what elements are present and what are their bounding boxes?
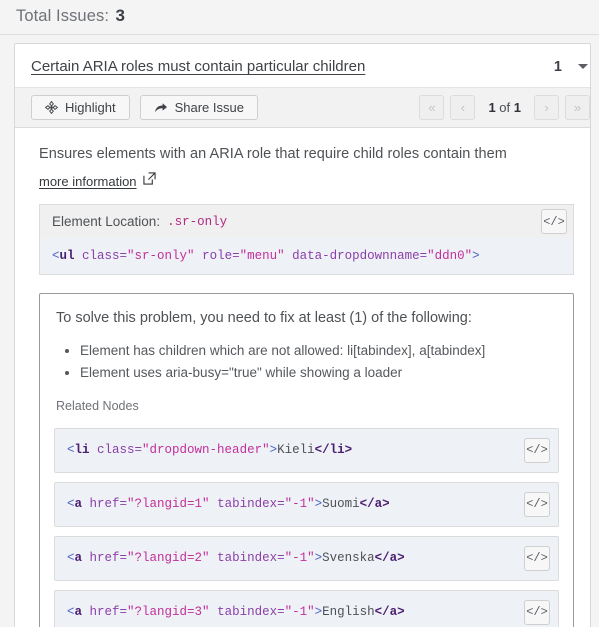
related-node-code: <li class="dropdown-header">Kieli</li>: [67, 443, 352, 457]
node-tag: li: [74, 443, 90, 458]
related-node-code: <a href="?langid=1" tabindex="-1">Suomi<…: [67, 497, 390, 511]
node-text: Kieli: [277, 443, 315, 458]
element-code-snippet: <ul class="sr-only" role="menu" data-dro…: [39, 238, 574, 275]
highlight-button-label: Highlight: [65, 100, 116, 115]
pagination-first-button[interactable]: «: [419, 95, 445, 120]
issue-card: Certain ARIA roles must contain particul…: [14, 43, 591, 627]
element-location-wrapper: Element Location: .sr-only </>: [39, 204, 574, 238]
issue-header-right: 1: [554, 59, 590, 75]
snippet-attr-1: class=: [74, 249, 128, 263]
issue-title-link[interactable]: Certain ARIA roles must contain particul…: [31, 58, 365, 75]
node-open-bracket: <: [67, 605, 75, 620]
more-information-row: more information: [31, 162, 574, 204]
node-value: "?langid=2": [127, 551, 210, 566]
snippet-val-1: "sr-only": [127, 249, 195, 263]
node-close-tag: </li>: [314, 443, 353, 458]
node-tag: a: [74, 551, 83, 566]
snippet-val-2: "menu": [239, 249, 285, 263]
issue-description: Ensures elements with an ARIA role that …: [39, 146, 507, 162]
list-item: Element has children which are not allow…: [80, 340, 559, 362]
node-attr: class=: [89, 443, 143, 458]
node-value: "?langid=1": [127, 497, 210, 512]
code-icon[interactable]: </>: [524, 491, 550, 517]
code-icon[interactable]: </>: [524, 437, 550, 463]
issue-header: Certain ARIA roles must contain particul…: [15, 44, 590, 88]
node-gt: >: [314, 605, 323, 620]
node-open-bracket: <: [67, 443, 75, 458]
list-item: Element uses aria-busy="true" while show…: [80, 362, 559, 384]
crosshair-icon: [45, 101, 58, 114]
pagination-next-button[interactable]: ›: [534, 95, 559, 120]
node-value: "?langid=3": [127, 605, 210, 620]
node-value-2: "-1": [284, 497, 315, 512]
snippet-val-3: "ddn0": [427, 249, 473, 263]
issue-toolbar: Highlight Share Issue « ‹ 1 of 1 › »: [15, 88, 590, 128]
solve-problem-title: To solve this problem, you need to fix a…: [56, 310, 472, 326]
snippet-attr-2: role=: [194, 249, 240, 263]
node-close-tag: </a>: [374, 551, 405, 566]
solve-problem-list: Element has children which are not allow…: [54, 340, 559, 385]
totals-bar: Total Issues: 3: [0, 0, 599, 35]
node-value: "dropdown-header": [142, 443, 270, 458]
node-attr-2: tabindex=: [209, 605, 285, 620]
node-attr: href=: [82, 551, 128, 566]
code-icon[interactable]: </>: [524, 599, 550, 625]
share-issue-button[interactable]: Share Issue: [139, 95, 258, 120]
chevron-down-icon[interactable]: [578, 64, 588, 69]
node-open-bracket: <: [67, 551, 75, 566]
element-location-selector: .sr-only: [167, 214, 228, 229]
related-node-row: <a href="?langid=2" tabindex="-1">Svensk…: [54, 535, 559, 581]
related-node-code: <a href="?langid=3" tabindex="-1">Englis…: [67, 605, 405, 619]
element-location-bar: Element Location: .sr-only </>: [40, 205, 573, 238]
total-issues-count: 3: [115, 6, 125, 25]
node-text: Svenska: [322, 551, 375, 566]
share-issue-button-label: Share Issue: [174, 100, 244, 115]
node-gt: >: [314, 497, 323, 512]
solve-problem-box: To solve this problem, you need to fix a…: [39, 293, 574, 627]
pagination-status: 1 of 1: [481, 100, 528, 115]
node-gt: >: [314, 551, 323, 566]
related-nodes-label: Related Nodes: [56, 398, 139, 413]
code-icon[interactable]: </>: [541, 209, 567, 234]
code-icon[interactable]: </>: [524, 545, 550, 571]
related-node-row: <a href="?langid=3" tabindex="-1">Englis…: [54, 589, 559, 627]
node-text: English: [322, 605, 375, 620]
related-node-row: <li class="dropdown-header">Kieli</li> <…: [54, 427, 559, 473]
node-close-tag: </a>: [374, 605, 405, 620]
snippet-close-bracket: >: [472, 249, 480, 263]
external-link-icon[interactable]: [142, 172, 156, 190]
pagination-of: of: [495, 100, 514, 115]
snippet-attr-3: data-dropdownname=: [284, 249, 428, 263]
related-node-code: <a href="?langid=2" tabindex="-1">Svensk…: [67, 551, 405, 565]
highlight-button[interactable]: Highlight: [31, 95, 130, 120]
share-arrow-icon: [154, 102, 168, 114]
node-attr: href=: [82, 605, 128, 620]
node-tag: a: [74, 605, 83, 620]
node-attr: href=: [82, 497, 128, 512]
total-issues-label: Total Issues:: [16, 7, 110, 25]
pagination-total: 1: [513, 100, 521, 115]
related-node-row: <a href="?langid=1" tabindex="-1">Suomi<…: [54, 481, 559, 527]
pagination-current: 1: [488, 100, 496, 115]
node-text: Suomi: [322, 497, 360, 512]
snippet-open-bracket: <: [52, 249, 60, 263]
node-value-2: "-1": [284, 605, 315, 620]
snippet-tag: ul: [59, 249, 75, 263]
pagination-last-button[interactable]: »: [565, 95, 590, 120]
node-attr-2: tabindex=: [209, 497, 285, 512]
node-open-bracket: <: [67, 497, 75, 512]
more-information-link[interactable]: more information: [39, 174, 137, 189]
node-gt: >: [269, 443, 278, 458]
pagination: « ‹ 1 of 1 › »: [419, 95, 590, 120]
element-location-label: Element Location:: [52, 214, 161, 229]
issue-body: Ensures elements with an ARIA role that …: [15, 128, 590, 627]
issue-instance-count: 1: [553, 58, 562, 75]
node-tag: a: [74, 497, 83, 512]
node-value-2: "-1": [284, 551, 315, 566]
node-attr-2: tabindex=: [209, 551, 285, 566]
pagination-prev-button[interactable]: ‹: [450, 95, 476, 120]
node-close-tag: </a>: [359, 497, 390, 512]
